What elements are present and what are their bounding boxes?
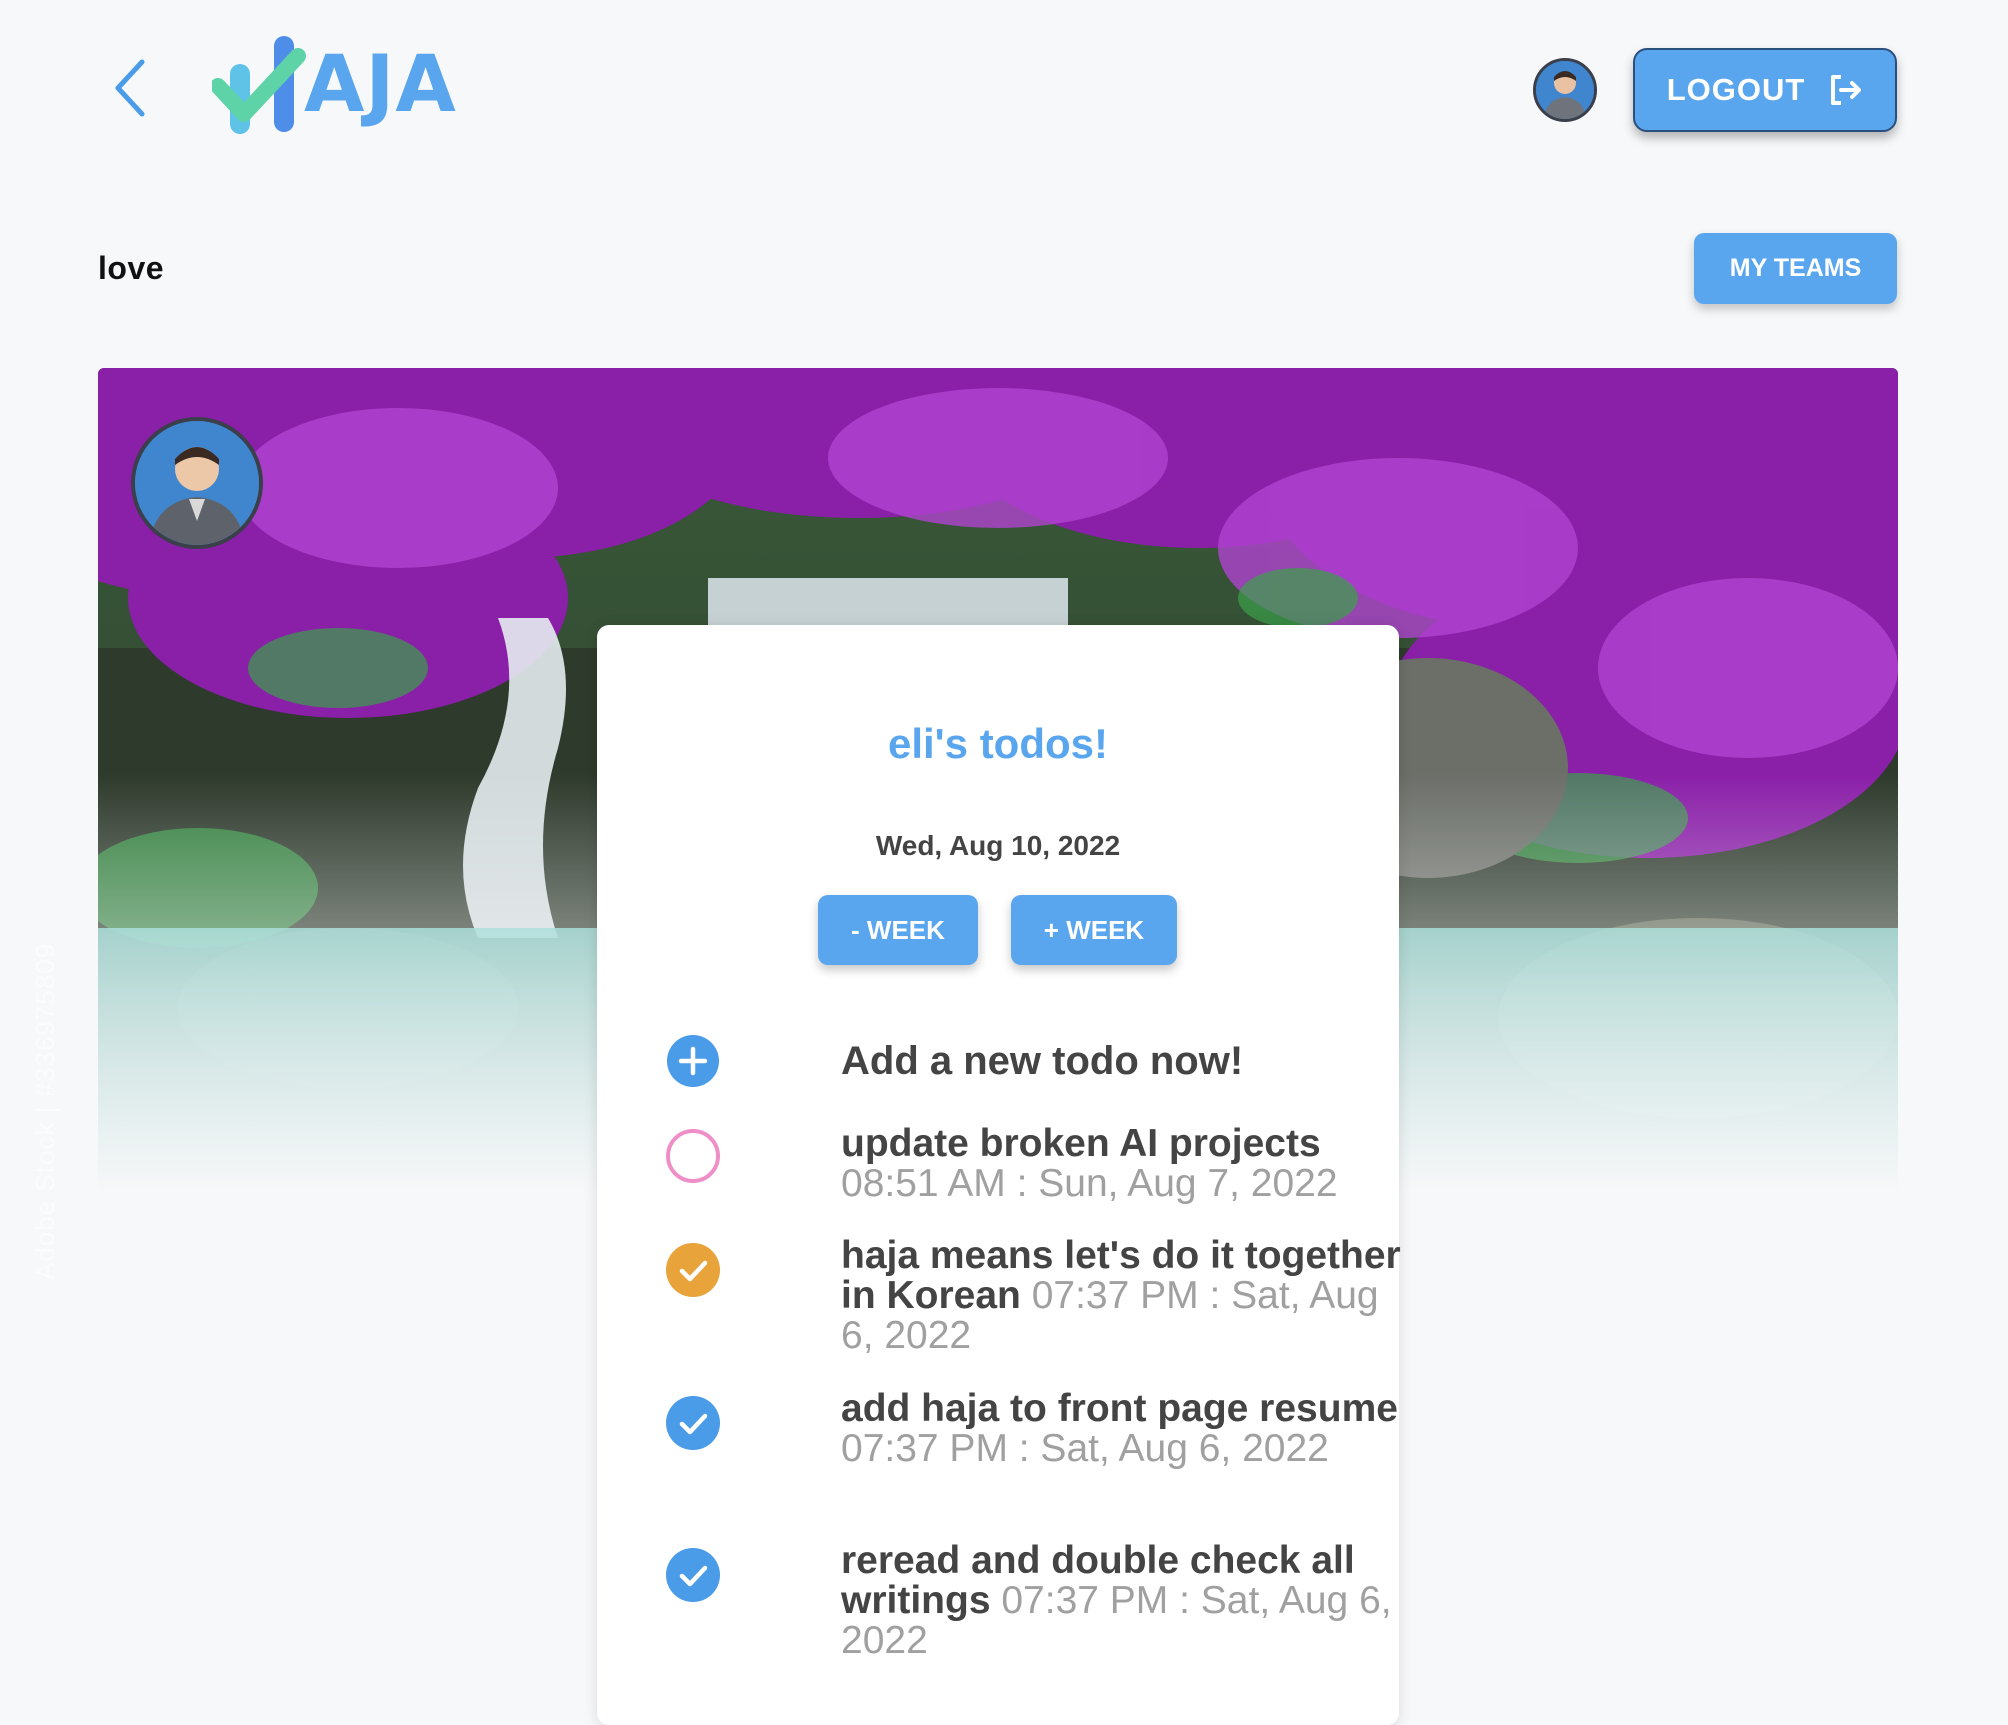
plus-circle-icon[interactable]: [665, 1033, 721, 1089]
todo-item[interactable]: update broken AI projects 08:51 AM : Sun…: [665, 1124, 1365, 1218]
check-circle-icon[interactable]: [665, 1395, 721, 1451]
current-date: Wed, Aug 10, 2022: [875, 830, 1121, 861]
haja-logo[interactable]: AJA: [212, 34, 462, 144]
todo-time: 08:51 AM : Sun, Aug 7, 2022: [841, 1162, 1338, 1205]
minus-week-button[interactable]: - WEEK: [818, 895, 978, 965]
team-name: love: [98, 250, 165, 286]
todo-item[interactable]: add haja to front page resume 07:37 PM :…: [665, 1389, 1398, 1525]
logout-label: LOGOUT: [1666, 72, 1806, 107]
todo-time: 07:37 PM : Sat, Aug 6, 2022: [841, 1427, 1329, 1470]
todo-card: eli's todos! Wed, Aug 10, 2022 - WEEK + …: [597, 625, 1401, 1725]
todo-text: update broken AI projects: [841, 1122, 1321, 1165]
add-todo-row[interactable]: Add a new todo now!: [665, 1033, 1365, 1089]
logo-wordmark: AJA: [304, 40, 457, 130]
check-circle-icon[interactable]: [665, 1547, 721, 1603]
todo-item[interactable]: reread and double check all writings 07:…: [665, 1541, 1392, 1677]
plus-week-button[interactable]: + WEEK: [1011, 895, 1177, 965]
logout-button[interactable]: LOGOUT: [1633, 48, 1897, 132]
empty-circle-icon[interactable]: [665, 1128, 721, 1184]
my-teams-button[interactable]: MY TEAMS: [1694, 233, 1897, 304]
stock-watermark: Adobe Stock | #336975809: [30, 942, 60, 1280]
team-owner-avatar[interactable]: [131, 417, 263, 549]
back-chevron-icon[interactable]: [108, 56, 156, 120]
todo-item[interactable]: haja means let's do it together in Korea…: [665, 1236, 1401, 1372]
card-title: eli's todos!: [887, 720, 1108, 767]
logout-icon: [1831, 75, 1862, 105]
add-todo-label[interactable]: Add a new todo now!: [841, 1041, 1401, 1081]
todo-text: add haja to front page resume: [841, 1387, 1398, 1430]
user-avatar[interactable]: [1533, 58, 1597, 122]
check-circle-icon[interactable]: [665, 1242, 721, 1298]
